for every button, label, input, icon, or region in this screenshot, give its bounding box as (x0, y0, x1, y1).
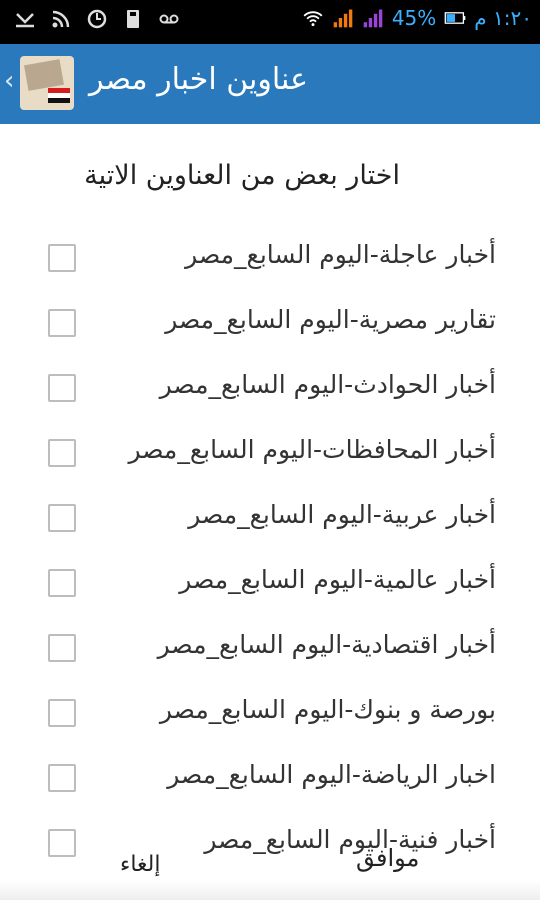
action-bar: ‹ عناوين اخبار مصر (0, 44, 540, 124)
app-logo-icon[interactable] (20, 56, 74, 110)
list-item-label: أخبار المحافظات-اليوم السابع_مصر (128, 435, 496, 464)
list-item-label: تقارير مصرية-اليوم السابع_مصر (165, 305, 496, 334)
list-item-label: أخبار عالمية-اليوم السابع_مصر (179, 565, 496, 594)
battery-icon (444, 7, 466, 29)
notification-icons (14, 8, 180, 30)
back-chevron-icon[interactable]: ‹ (4, 66, 14, 96)
bottom-edge (0, 880, 540, 900)
sd-card-icon (122, 8, 144, 30)
list-item-label: أخبار عربية-اليوم السابع_مصر (188, 500, 496, 529)
status-bar: 45% ١:٢٠ م (0, 0, 540, 44)
checkbox[interactable] (48, 439, 76, 467)
checkbox[interactable] (48, 244, 76, 272)
list-item[interactable]: أخبار اقتصادية-اليوم السابع_مصر (0, 616, 540, 680)
app-title: عناوين اخبار مصر (88, 62, 308, 97)
list-item[interactable]: أخبار الحوادث-اليوم السابع_مصر (0, 356, 540, 420)
list-item-label: بورصة و بنوك-اليوم السابع_مصر (159, 695, 496, 724)
list-item[interactable]: أخبار عاجلة-اليوم السابع_مصر (0, 226, 540, 290)
battery-percent: 45% (391, 6, 437, 30)
checkbox[interactable] (48, 504, 76, 532)
list-item[interactable]: تقارير مصرية-اليوم السابع_مصر (0, 291, 540, 355)
list-item-label: أخبار الحوادث-اليوم السابع_مصر (159, 370, 496, 399)
list-item-label: أخبار عاجلة-اليوم السابع_مصر (185, 240, 496, 269)
rss-icon (50, 8, 72, 30)
checkbox[interactable] (48, 764, 76, 792)
list-item-label: أخبار اقتصادية-اليوم السابع_مصر (157, 630, 496, 659)
missed-call-icon (14, 8, 36, 30)
signal-orange-icon (332, 7, 354, 29)
list-item[interactable]: أخبار المحافظات-اليوم السابع_مصر (0, 421, 540, 485)
checkbox[interactable] (48, 569, 76, 597)
ok-button[interactable]: موافق (356, 844, 419, 872)
voicemail-icon (158, 8, 180, 30)
clock: ١:٢٠ م (474, 6, 532, 30)
dialog-heading: اختار بعض من العناوين الاتية (84, 160, 400, 191)
cancel-button[interactable]: إلغاء (120, 852, 160, 877)
list-item[interactable]: أخبار عالمية-اليوم السابع_مصر (0, 551, 540, 615)
list-item[interactable]: بورصة و بنوك-اليوم السابع_مصر (0, 681, 540, 745)
system-indicators: 45% ١:٢٠ م (302, 6, 532, 30)
signal-purple-icon (362, 7, 384, 29)
checkbox[interactable] (48, 309, 76, 337)
checkbox[interactable] (48, 699, 76, 727)
list-item-label: اخبار الرياضة-اليوم السابع_مصر (167, 760, 496, 789)
list-item[interactable]: أخبار عربية-اليوم السابع_مصر (0, 486, 540, 550)
sync-icon (86, 8, 108, 30)
checkbox[interactable] (48, 634, 76, 662)
wifi-icon (302, 7, 324, 29)
list-item[interactable]: اخبار الرياضة-اليوم السابع_مصر (0, 746, 540, 810)
checkbox[interactable] (48, 374, 76, 402)
